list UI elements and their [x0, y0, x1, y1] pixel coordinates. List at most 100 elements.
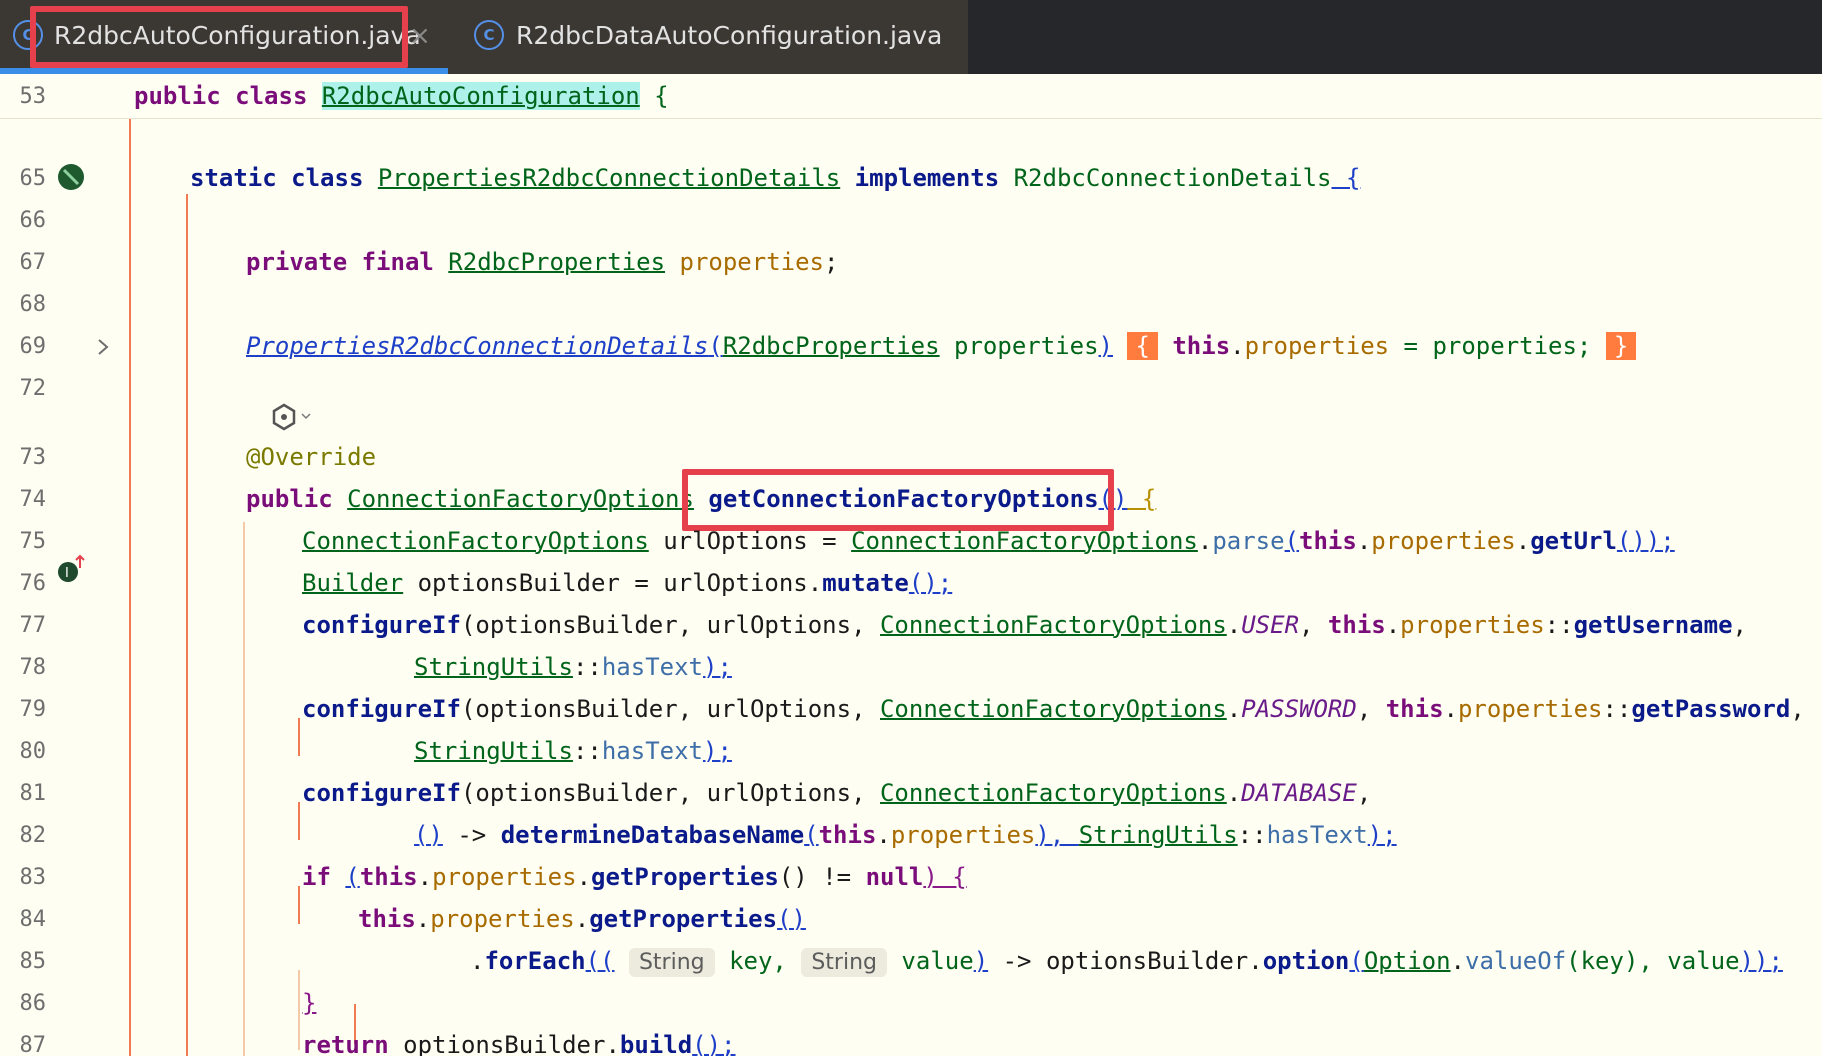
variable: optionsBuilder = urlOptions. — [403, 569, 823, 597]
assignment: = properties; — [1389, 332, 1592, 360]
brace: ) { — [923, 863, 967, 891]
indent-guide — [129, 118, 131, 1056]
brace: { — [1127, 485, 1157, 513]
method-name[interactable]: build — [620, 1031, 692, 1056]
class-name[interactable]: PropertiesR2dbcConnectionDetails — [378, 164, 840, 192]
class-name[interactable]: StringUtils — [1079, 821, 1238, 849]
code-line-82: () -> determineDatabaseName(this.propert… — [414, 820, 1397, 850]
chevron-right-icon[interactable] — [94, 332, 114, 362]
class-name[interactable]: ConnectionFactoryOptions — [880, 779, 1227, 807]
class-name[interactable]: ConnectionFactoryOptions — [302, 527, 649, 555]
static-method[interactable]: hasText — [602, 653, 703, 681]
class-name[interactable]: Builder — [302, 569, 403, 597]
class-name[interactable]: R2dbcProperties — [448, 248, 665, 276]
constructor-name[interactable]: PropertiesR2dbcConnectionDetails — [246, 332, 708, 360]
line-number: 53 — [19, 84, 47, 109]
dot: . — [574, 905, 590, 933]
editor-tab-bar: C R2dbcAutoConfiguration.java × C R2dbcD… — [0, 0, 1822, 74]
method-name[interactable]: forEach — [484, 947, 585, 975]
dot: . — [417, 863, 433, 891]
method-name[interactable]: configureIf — [302, 611, 461, 639]
method-name[interactable]: mutate — [822, 569, 909, 597]
folded-brace-close[interactable]: } — [1605, 332, 1637, 360]
keyword: this — [1299, 527, 1357, 555]
class-name[interactable]: ConnectionFactoryOptions — [347, 485, 694, 513]
brace: } — [302, 989, 317, 1017]
line-number: 73 — [19, 445, 47, 470]
keyword: public class — [134, 82, 322, 110]
static-method[interactable]: valueOf — [1465, 947, 1566, 975]
dot: . — [470, 947, 485, 975]
dot: . — [1230, 332, 1245, 360]
class-name[interactable]: ConnectionFactoryOptions — [880, 611, 1227, 639]
type-hint: String — [628, 948, 715, 977]
paren: )); — [1739, 947, 1783, 975]
class-name[interactable]: Option — [1364, 947, 1451, 975]
folded-brace-open[interactable]: { — [1127, 332, 1158, 360]
paren: () — [414, 821, 443, 849]
highlight-box — [682, 469, 1114, 531]
paren: (( — [585, 947, 615, 975]
method-name[interactable]: getProperties — [591, 863, 779, 891]
method-name[interactable]: configureIf — [302, 695, 461, 723]
class-name[interactable]: R2dbcProperties — [723, 332, 940, 360]
line-number: 66 — [19, 208, 47, 233]
implements-icon[interactable]: I — [56, 554, 86, 584]
keyword: return — [302, 1031, 404, 1056]
method-ref: :: — [1544, 611, 1574, 639]
static-method[interactable]: hasText — [1267, 821, 1368, 849]
method-name[interactable]: getProperties — [589, 905, 777, 933]
class-name[interactable]: ConnectionFactoryOptions — [851, 527, 1198, 555]
static-method[interactable]: parse — [1212, 527, 1284, 555]
class-name[interactable]: R2dbcAutoConfiguration — [321, 82, 640, 110]
method-ref: :: — [1237, 821, 1267, 849]
static-method[interactable]: hasText — [602, 737, 703, 765]
parameter: value — [886, 947, 974, 975]
code-line-87: return optionsBuilder.build(); — [302, 1030, 736, 1056]
code-line-69: PropertiesR2dbcConnectionDetails(R2dbcPr… — [246, 331, 1637, 361]
paren: ()); — [1616, 527, 1675, 555]
method-ref: :: — [572, 653, 602, 681]
lambda-arrow: -> — [442, 821, 501, 849]
field-name: properties — [890, 821, 1036, 849]
method-name[interactable]: getPassword — [1631, 695, 1790, 723]
brace: { — [1331, 164, 1361, 192]
indent-guide — [186, 194, 188, 1056]
field-name: properties — [1457, 695, 1603, 723]
close-icon[interactable]: × — [409, 0, 431, 72]
paren: ( — [1284, 527, 1300, 555]
method-name[interactable]: getUrl — [1530, 527, 1617, 555]
indent-guide — [298, 718, 300, 756]
class-name[interactable]: StringUtils — [414, 653, 573, 681]
dot: . — [876, 821, 891, 849]
dot: . — [1450, 947, 1465, 975]
code-line-83: if (this.properties.getProperties() != n… — [302, 862, 967, 892]
method-name[interactable]: configureIf — [302, 779, 461, 807]
ai-assistant-icon[interactable] — [270, 402, 316, 432]
tab-r2dbc-data-auto-configuration[interactable]: C R2dbcDataAutoConfiguration.java — [448, 0, 968, 74]
class-icon: C — [474, 20, 504, 50]
code-editor[interactable]: 53 public class R2dbcAutoConfiguration {… — [0, 74, 1822, 1056]
line-number: 80 — [19, 739, 47, 764]
class-name[interactable]: ConnectionFactoryOptions — [880, 695, 1227, 723]
static-field: USER — [1241, 611, 1300, 639]
tab-r2dbc-auto-configuration[interactable]: C R2dbcAutoConfiguration.java × — [0, 0, 448, 74]
paren: ); — [703, 653, 732, 681]
interface-name[interactable]: R2dbcConnectionDetails — [1014, 164, 1332, 192]
line-number: 67 — [19, 250, 47, 275]
line-number: 87 — [19, 1033, 47, 1056]
code-line-85: .forEach(( String key, String value) -> … — [470, 946, 1783, 978]
paren: ); — [1367, 821, 1397, 849]
line-number: 76 — [19, 571, 47, 596]
arguments: (optionsBuilder, urlOptions, — [460, 779, 880, 807]
separator: , — [1299, 611, 1328, 639]
line-number: 78 — [19, 655, 47, 680]
keyword: public — [246, 485, 348, 513]
method-name[interactable]: determineDatabaseName — [501, 821, 804, 849]
method-name[interactable]: option — [1263, 947, 1350, 975]
class-name[interactable]: StringUtils — [414, 737, 573, 765]
lambda-arrow: -> optionsBuilder. — [988, 947, 1263, 975]
method-name[interactable]: getUsername — [1574, 611, 1733, 639]
bean-icon[interactable] — [56, 162, 86, 192]
dot: . — [1226, 695, 1242, 723]
